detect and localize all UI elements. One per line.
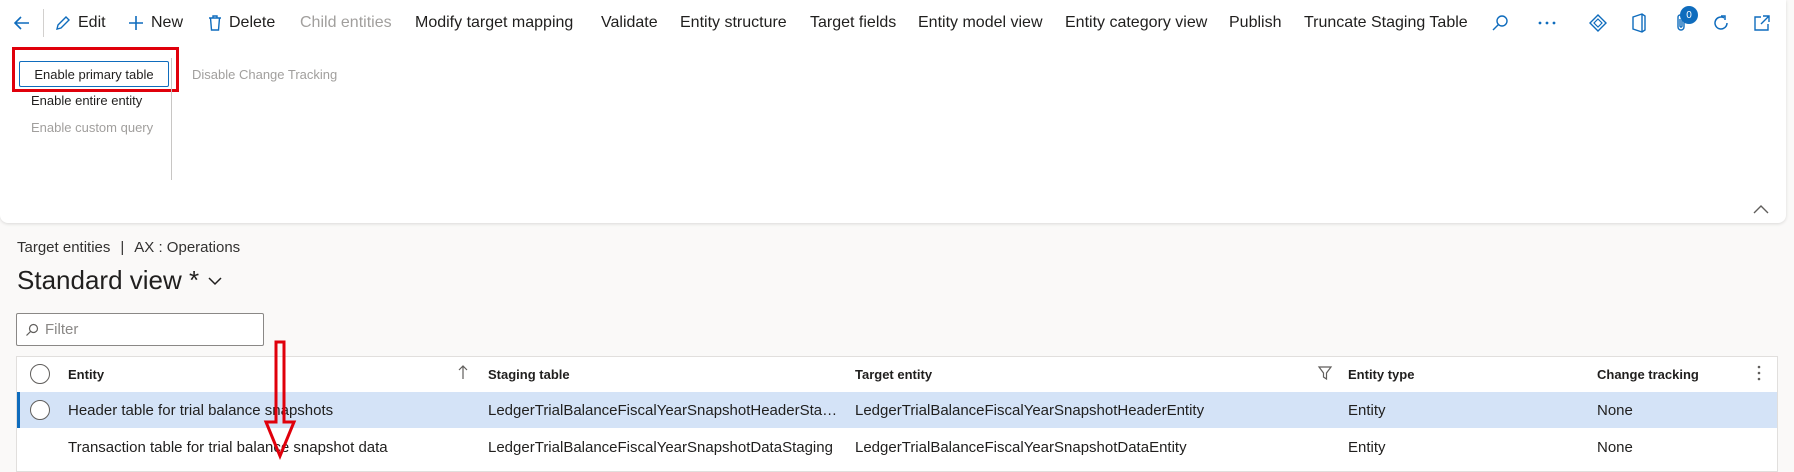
view-selector[interactable]: Standard view * [17,265,223,296]
office-icon [1632,13,1646,33]
office-button[interactable] [1626,10,1652,36]
column-header-entity[interactable]: Entity [68,367,448,382]
refresh-button[interactable] [1708,10,1734,36]
cell-target-entity: LedgerTrialBalanceFiscalYearSnapshotHead… [855,401,1205,419]
entity-category-view-button[interactable]: Entity category view [1065,0,1207,46]
action-pane: Edit New Delete Child entities Modify ta… [0,0,1786,223]
validate-button[interactable]: Validate [601,0,658,46]
edit-label: Edit [78,14,106,31]
trash-icon [207,14,223,32]
truncate-staging-table-button[interactable]: Truncate Staging Table [1304,0,1468,46]
cell-change-tracking: None [1597,438,1633,456]
filter-input[interactable] [45,321,255,338]
delete-label: Delete [229,14,276,31]
power-apps-button[interactable] [1585,10,1611,36]
search-button[interactable] [1487,10,1513,36]
back-button[interactable] [9,10,35,36]
chevron-down-icon [207,276,223,286]
power-apps-icon [1589,14,1607,32]
cell-staging-table: LedgerTrialBalanceFiscalYearSnapshotData… [488,438,833,456]
new-button[interactable]: New [127,0,183,46]
target-fields-button[interactable]: Target fields [810,0,896,46]
breadcrumb: Target entities | AX : Operations [17,239,240,256]
plus-icon [127,14,145,32]
edit-button[interactable]: Edit [54,0,106,46]
toolbar-separator [43,9,44,37]
breadcrumb-page: Target entities [17,239,111,256]
sort-ascending-icon[interactable] [457,364,469,383]
column-options-icon[interactable] [1757,365,1761,384]
collapse-action-pane-button[interactable] [1752,202,1770,220]
highlight-box [12,47,179,92]
open-new-window-button[interactable] [1749,10,1775,36]
ellipsis-icon [1538,21,1556,25]
annotation-down-arrow-icon [263,340,297,460]
open-new-window-icon [1754,15,1770,31]
view-title: Standard view * [17,265,200,295]
column-header-staging-table[interactable]: Staging table [488,367,843,382]
publish-button[interactable]: Publish [1229,0,1281,46]
cell-entity-type: Entity [1348,438,1386,456]
cell-staging-table: LedgerTrialBalanceFiscalYearSnapshotHead… [488,401,843,419]
column-header-entity-type[interactable]: Entity type [1348,367,1548,382]
new-label: New [151,14,184,31]
breadcrumb-separator: | [120,239,125,256]
chevron-up-icon [1753,205,1769,214]
search-icon [1492,15,1508,31]
more-options-button[interactable] [1534,10,1560,36]
enable-entire-entity-button[interactable]: Enable entire entity [31,93,142,108]
cell-change-tracking: None [1597,401,1633,419]
filter-box[interactable] [16,313,264,346]
cell-target-entity: LedgerTrialBalanceFiscalYearSnapshotData… [855,438,1187,456]
entity-model-view-button[interactable]: Entity model view [918,0,1043,46]
column-header-change-tracking[interactable]: Change tracking [1597,367,1717,382]
select-all-radio[interactable] [30,364,50,384]
modify-target-mapping-button[interactable]: Modify target mapping [415,0,573,46]
enable-custom-query-button[interactable]: Enable custom query [31,120,153,135]
pencil-icon [54,14,72,32]
cell-entity: Header table for trial balance snapshots [68,401,334,419]
delete-button[interactable]: Delete [207,0,275,46]
filter-funnel-icon[interactable] [1317,365,1333,384]
cell-entity: Transaction table for trial balance snap… [68,438,388,456]
notification-badge: 0 [1680,6,1698,24]
row-select-radio[interactable] [30,400,50,420]
cell-entity-type: Entity [1348,401,1386,419]
child-entities-button[interactable]: Child entities [300,0,392,46]
breadcrumb-company[interactable]: AX : Operations [134,239,240,256]
toolbar: Edit New Delete Child entities Modify ta… [0,0,1786,46]
search-icon [26,323,39,336]
back-arrow-icon [13,16,29,30]
entity-structure-button[interactable]: Entity structure [680,0,787,46]
group-separator [171,58,172,180]
disable-change-tracking-button[interactable]: Disable Change Tracking [192,67,337,82]
column-header-target-entity[interactable]: Target entity [855,367,1285,382]
refresh-icon [1714,15,1728,30]
